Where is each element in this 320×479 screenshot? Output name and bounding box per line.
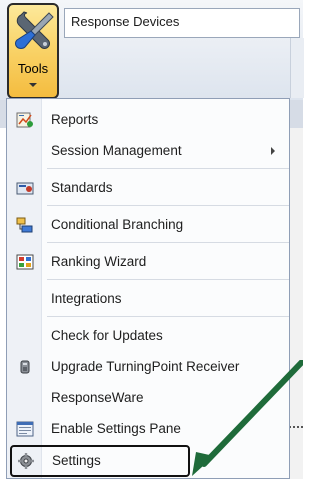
response-devices-field[interactable]: Response Devices (64, 8, 300, 38)
annotation-arrow-icon (192, 360, 303, 476)
menu-separator (47, 205, 289, 206)
menu-separator (47, 279, 289, 280)
menu-item-label: Integrations (51, 291, 122, 306)
menu-item-session-management[interactable]: Session Management (7, 136, 289, 166)
settings-pane-icon (16, 421, 34, 437)
menu-item-label: Standards (51, 180, 113, 195)
menu-item-settings[interactable]: Settings (10, 445, 190, 477)
chevron-down-icon (29, 83, 37, 87)
menu-item-label: Ranking Wizard (51, 254, 147, 269)
receiver-icon (20, 360, 30, 374)
tools-button[interactable]: Tools (7, 3, 59, 99)
menu-separator (47, 316, 289, 317)
ranking-wizard-icon (16, 254, 34, 270)
menu-item-label: ResponseWare (51, 390, 144, 405)
menu-item-label: Check for Updates (51, 328, 163, 343)
conditional-branching-icon (16, 217, 33, 233)
menu-item-label: Session Management (51, 143, 182, 158)
menu-item-label: Settings (52, 453, 101, 468)
chevron-right-icon (271, 147, 275, 155)
gear-icon (18, 453, 34, 469)
menu-item-integrations[interactable]: Integrations (7, 284, 289, 314)
menu-item-label: Conditional Branching (51, 217, 184, 232)
menu-item-ranking-wizard[interactable]: Ranking Wizard (7, 247, 289, 277)
standards-icon (16, 182, 34, 195)
tools-icon (15, 11, 54, 49)
menu-item-label: Reports (51, 112, 99, 127)
menu-item-check-for-updates[interactable]: Check for Updates (7, 321, 289, 351)
reports-icon (16, 112, 33, 128)
ribbon-edge (290, 38, 304, 98)
tools-label: Tools (17, 61, 49, 76)
menu-separator (47, 242, 289, 243)
menu-separator (47, 168, 289, 169)
menu-item-reports[interactable]: Reports (7, 105, 289, 135)
menu-item-label: Enable Settings Pane (51, 421, 181, 436)
menu-item-conditional-branching[interactable]: Conditional Branching (7, 210, 289, 240)
menu-item-standards[interactable]: Standards (7, 173, 289, 203)
